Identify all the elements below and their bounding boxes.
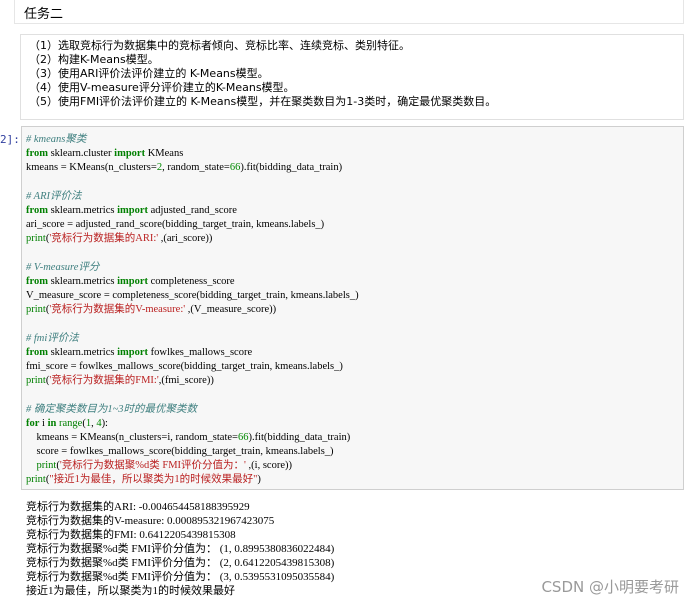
code-text: KMeans [145,148,184,159]
code-builtin: print [26,233,46,244]
code-line: # V-measure评分 [26,261,99,275]
output-line: 竞标行为数据集的FMI: 0.6412205439815308 [26,529,236,541]
code-text: ,(ari_score)) [158,233,213,244]
code-keyword: import [117,205,148,216]
task-item: （5）使用FMI评价法评价建立的 K-Means模型，并在聚类数目为1-3类时，… [29,95,497,108]
code-text: ): [101,418,108,429]
task-item: （3）使用ARI评价法评价建立的 K-Means模型。 [29,67,269,80]
code-line: kmeans = KMeans(n_clusters=i, random_sta… [26,431,351,445]
output-line: 竞标行为数据聚%d类 FMI评价分值为： (2, 0.6412205439815… [26,557,335,569]
code-line: # kmeans聚类 [26,133,86,147]
code-text: sklearn.cluster [47,148,115,159]
task-item: （4）使用V-measure评分评价建立的K-Means模型。 [29,81,295,94]
task-title: 任务二 [24,7,64,22]
code-line: # ARI评价法 [26,190,82,204]
code-text: ,(V_measure_score)) [185,304,277,315]
code-line: V_measure_score = completeness_score(bid… [26,290,359,301]
code-keyword: import [117,347,148,358]
code-keyword: import [114,148,146,159]
code-text: kmeans = KMeans(n_clusters= [26,162,157,173]
code-text: ).fit(bidding_data_train) [248,432,351,443]
code-string: "接近1为最佳，所以聚类为1的时候效果最好" [49,474,258,485]
code-line: print('竞标行为数据集的FMI:',(fmi_score)) [26,374,214,388]
code-number: 66 [237,432,249,443]
code-builtin: print [26,304,46,315]
task-item: （1）选取竞标行为数据集中的竞标者倾向、竞标比率、连续竞标、类别特征。 [29,39,410,52]
code-line: print('竞标行为数据集的V-measure:' ,(V_measure_s… [26,303,276,317]
task-item: （2）构建K-Means模型。 [29,53,159,66]
code-line: from sklearn.metrics import completeness… [26,275,235,289]
code-line: score = fowlkes_mallows_score(bidding_ta… [26,446,334,457]
code-text: ,(fmi_score)) [158,375,214,386]
code-text: fowlkes_mallows_score [148,347,253,358]
code-keyword: from [26,148,48,159]
code-line: from sklearn.cluster import KMeans [26,147,183,161]
code-text: sklearn.metrics [47,205,118,216]
code-builtin: range [58,418,83,429]
code-comment: # ARI评价法 [26,191,82,202]
code-text: ,(i, score)) [245,460,292,471]
code-comment: # 确定聚类数目为1~3时的最优聚类数 [26,404,198,415]
code-builtin: print [26,375,46,386]
code-string: '竞标行为数据集的ARI:' [49,233,159,244]
output-line: 竞标行为数据聚%d类 FMI评价分值为： (1, 0.8995380836022… [26,543,335,555]
code-line: print('竞标行为数据集的ARI:' ,(ari_score)) [26,232,212,246]
code-keyword: from [26,276,48,287]
code-line: kmeans = KMeans(n_clusters=2, random_sta… [26,161,342,175]
code-builtin: print [26,474,46,485]
markdown-cell-title[interactable]: 任务二 [14,0,684,24]
code-text: kmeans = KMeans(n_clusters=i, random_sta… [26,432,238,443]
code-text: adjusted_rand_score [148,205,237,216]
code-line: print("接近1为最佳，所以聚类为1的时候效果最好") [26,473,261,487]
code-keyword: for [26,418,40,429]
code-line: from sklearn.metrics import adjusted_ran… [26,204,237,218]
code-comment: # V-measure评分 [26,262,100,273]
code-line: print('竞标行为数据聚%d类 FMI评价分值为：' ,(i, score)… [26,459,292,473]
output-line: 竞标行为数据集的ARI: -0.004654458188395929 [26,501,250,513]
code-text: sklearn.metrics [47,276,118,287]
code-cell-editor[interactable]: # kmeans聚类 from sklearn.cluster import K… [21,126,684,490]
code-number: 66 [229,162,241,173]
code-line: # 确定聚类数目为1~3时的最优聚类数 [26,403,197,417]
code-line: for i in range(1, 4): [26,417,108,431]
code-string: '竞标行为数据集的FMI:' [49,375,159,386]
code-line: # fmi评价法 [26,332,79,346]
code-text: completeness_score [148,276,235,287]
code-comment: # fmi评价法 [26,333,79,344]
markdown-cell-tasks[interactable]: （1）选取竞标行为数据集中的竞标者倾向、竞标比率、连续竞标、类别特征。 （2）构… [20,34,684,120]
code-keyword: from [26,347,48,358]
output-line: 竞标行为数据聚%d类 FMI评价分值为： (3, 0.5395531095035… [26,571,335,583]
code-builtin: print [36,460,57,471]
code-text: , random_state= [162,162,230,173]
code-keyword: import [117,276,148,287]
code-line: ari_score = adjusted_rand_score(bidding_… [26,219,325,230]
code-line: fmi_score = fowlkes_mallows_score(biddin… [26,361,343,372]
code-keyword: from [26,205,48,216]
code-text: ) [257,474,261,485]
cell-execution-prompt: 2]: [0,133,20,146]
code-text: ).fit(bidding_data_train) [240,162,343,173]
code-string: '竞标行为数据集的V-measure:' [49,304,186,315]
output-line: 竞标行为数据集的V-measure: 0.000895321967423075 [26,515,275,527]
code-text: i [39,418,48,429]
code-string: '竞标行为数据聚%d类 FMI评价分值为：' [59,460,246,471]
code-comment: # kmeans聚类 [26,134,87,145]
code-line: from sklearn.metrics import fowlkes_mall… [26,346,252,360]
csdn-watermark: CSDN @小明要考研 [541,578,679,596]
code-text: sklearn.metrics [47,347,118,358]
output-line: 接近1为最佳，所以聚类为1的时候效果最好 [26,585,235,597]
